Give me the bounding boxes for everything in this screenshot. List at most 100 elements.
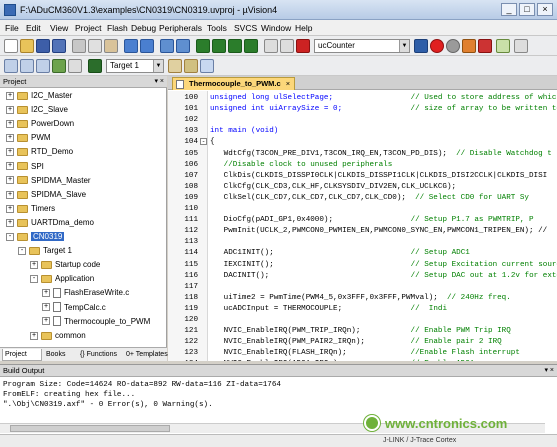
nav-back-icon[interactable]: [160, 39, 174, 53]
tree-item[interactable]: + common: [30, 330, 86, 343]
save-all-icon[interactable]: [52, 39, 66, 53]
expand-icon[interactable]: +: [6, 91, 14, 100]
tree-item[interactable]: + Startup code: [30, 259, 100, 272]
tree-item[interactable]: + SPI: [6, 161, 44, 174]
copy-icon[interactable]: [88, 39, 102, 53]
expand-icon[interactable]: +: [42, 317, 50, 326]
expand-icon[interactable]: +: [6, 218, 14, 227]
code-line[interactable]: 119 ucADCInput = THERMOCOUPLE; // Indi: [168, 304, 557, 314]
menu-view[interactable]: View: [50, 23, 68, 33]
tab-books[interactable]: Books: [44, 349, 76, 361]
build-icon[interactable]: [20, 59, 34, 73]
code-line[interactable]: 100 unsigned long ulSelectPage; // Used to…: [168, 93, 557, 103]
code-line[interactable]: 111 DioCfg(pADI_GP1,0x4000); // Setup P1.…: [168, 215, 557, 225]
expand-icon[interactable]: +: [30, 331, 38, 340]
chevron-down-icon[interactable]: ▼: [399, 40, 409, 52]
expand-icon[interactable]: +: [6, 162, 14, 171]
code-line[interactable]: 103 int main (void): [168, 126, 557, 136]
tab-templates[interactable]: 0+ Templates: [124, 349, 168, 361]
tree-item[interactable]: + Timers: [6, 203, 55, 216]
code-line[interactable]: 114 ADC1INIT(); // Setup ADC1: [168, 248, 557, 258]
menu-tools[interactable]: Tools: [207, 23, 227, 33]
erase-icon[interactable]: [462, 39, 476, 53]
menu-project[interactable]: Project: [75, 23, 101, 33]
expand-icon[interactable]: +: [6, 134, 14, 143]
panel-close-icon[interactable]: ▾ ×: [154, 76, 164, 88]
translate-icon[interactable]: [4, 59, 18, 73]
code-line[interactable]: 122 NVIC_EnableIRQ(PWM_PAIR2_IRQn); // En…: [168, 337, 557, 347]
debug-start-icon[interactable]: [430, 39, 444, 53]
code-line[interactable]: 113: [168, 237, 557, 247]
tree-item[interactable]: + TempCalc.c: [42, 302, 106, 315]
menu-window[interactable]: Window: [261, 23, 291, 33]
tree-item[interactable]: - Target 1: [18, 245, 72, 258]
collapse-icon[interactable]: -: [30, 275, 38, 284]
batch-build-icon[interactable]: [52, 59, 66, 73]
menu-file[interactable]: File: [5, 23, 19, 33]
tree-item[interactable]: + UARTDma_demo: [6, 217, 94, 230]
code-line[interactable]: 116 DACINIT(); // Setup DAC out at 1.2v f…: [168, 271, 557, 281]
expand-icon[interactable]: +: [42, 303, 50, 312]
code-line[interactable]: 106 //Disable clock to unused peripheral…: [168, 160, 557, 170]
tree-item[interactable]: + Thermocouple_to_PWM: [42, 316, 150, 329]
prev-bookmark-icon[interactable]: [212, 39, 226, 53]
file-extensions-icon[interactable]: [184, 59, 198, 73]
kill-breakpoints-icon[interactable]: [478, 39, 492, 53]
code-line[interactable]: 121 NVIC_EnableIRQ(PWM_TRIP_IRQn); // Ena…: [168, 326, 557, 336]
indent-icon[interactable]: [264, 39, 278, 53]
rebuild-icon[interactable]: [36, 59, 50, 73]
menu-peripherals[interactable]: Peripherals: [159, 23, 202, 33]
redo-icon[interactable]: [140, 39, 154, 53]
code-line[interactable]: 120: [168, 315, 557, 325]
code-line[interactable]: 102: [168, 115, 557, 125]
tab-functions[interactable]: {} Functions: [78, 349, 122, 361]
code-line[interactable]: 101 unsigned int uiArraySize = 0; // size …: [168, 104, 557, 114]
collapse-icon[interactable]: -: [6, 232, 14, 241]
tab-thermocouple-to-pwm[interactable]: Thermocouple_to_PWM.c ×: [172, 77, 296, 90]
tree-item[interactable]: + RTD_Demo: [6, 146, 73, 159]
code-line[interactable]: 124 NVIC_EnableIRQ(ADC1_IRQn); // Enable …: [168, 359, 557, 361]
tree-item[interactable]: + FlashEraseWrite.c: [42, 287, 129, 300]
cut-icon[interactable]: [72, 39, 86, 53]
expand-icon[interactable]: +: [30, 261, 38, 270]
tree-item[interactable]: + I2C_Master: [6, 90, 72, 103]
code-line[interactable]: 117: [168, 282, 557, 292]
manage-components-icon[interactable]: [200, 59, 214, 73]
expand-icon[interactable]: +: [6, 190, 14, 199]
nav-forward-icon[interactable]: [176, 39, 190, 53]
code-area[interactable]: 100 unsigned long ulSelectPage; // Used to…: [168, 91, 557, 361]
find-in-files-icon[interactable]: [414, 39, 428, 53]
code-line[interactable]: 104-{: [168, 137, 557, 147]
window-layout-icon[interactable]: [496, 39, 510, 53]
menu-flash[interactable]: Flash: [107, 23, 128, 33]
stop-build-icon[interactable]: [68, 59, 82, 73]
menu-edit[interactable]: Edit: [26, 23, 41, 33]
next-bookmark-icon[interactable]: [228, 39, 242, 53]
find-combo[interactable]: ucCounter ▼: [314, 39, 410, 53]
code-line[interactable]: 112 PwmInit(UCLK_2,PWMCON0_PWMIEN_EN,PWM…: [168, 226, 557, 236]
code-line[interactable]: 115 IEXCINIT(); // Setup Excitation curre…: [168, 260, 557, 270]
scrollbar-thumb[interactable]: [10, 425, 170, 432]
tree-item[interactable]: + SPIDMA_Slave: [6, 189, 86, 202]
open-folder-icon[interactable]: [20, 39, 34, 53]
expand-icon[interactable]: +: [42, 289, 50, 298]
panel-close-icon[interactable]: ▾ ×: [544, 365, 554, 377]
download-icon[interactable]: [88, 59, 102, 73]
maximize-icon[interactable]: □: [519, 3, 535, 16]
code-line[interactable]: 109 ClkSel(CLK_CD7,CLK_CD7,CLK_CD7,CLK_C…: [168, 193, 557, 203]
tree-item[interactable]: + I2C_Slave: [6, 104, 68, 117]
undo-icon[interactable]: [124, 39, 138, 53]
unindent-icon[interactable]: [280, 39, 294, 53]
expand-icon[interactable]: +: [6, 105, 14, 114]
expand-icon[interactable]: +: [6, 148, 14, 157]
code-line[interactable]: 110: [168, 204, 557, 214]
expand-icon[interactable]: +: [6, 176, 14, 185]
minimize-icon[interactable]: _: [501, 3, 517, 16]
code-line[interactable]: 123 NVIC_EnableIRQ(FLASH_IRQn); //Enable …: [168, 348, 557, 358]
settings-icon[interactable]: [514, 39, 528, 53]
tree-item[interactable]: - CN0319: [6, 231, 65, 244]
fold-toggle-icon[interactable]: -: [200, 138, 207, 146]
tree-item[interactable]: - Application: [30, 273, 94, 286]
target-options-icon[interactable]: [168, 59, 182, 73]
breakpoint-icon[interactable]: [446, 39, 460, 53]
